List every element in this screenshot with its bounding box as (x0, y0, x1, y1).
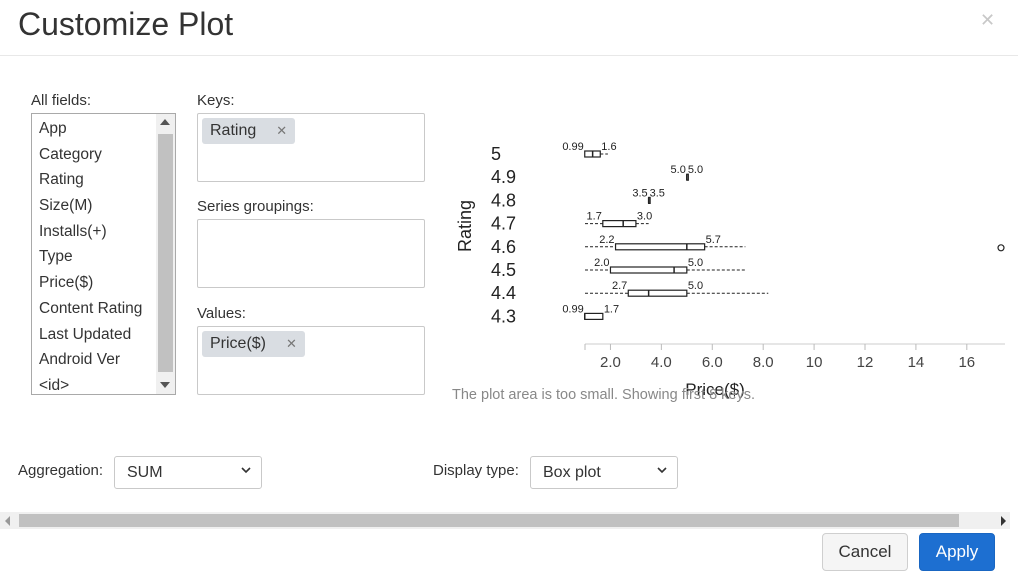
x-tick-label: 10 (806, 354, 823, 371)
field-item[interactable]: Content Rating (32, 296, 175, 322)
category-label: 4.9 (491, 167, 516, 187)
q1-value-label: 2.2 (599, 234, 614, 246)
field-item[interactable]: Type (32, 244, 175, 270)
q3-value-label: 5.0 (688, 164, 703, 176)
box-iqr (584, 312, 604, 320)
plot-note: The plot area is too small. Showing firs… (452, 387, 756, 403)
field-item[interactable]: Price($) (32, 270, 175, 296)
x-tick-label: 8.0 (753, 354, 774, 371)
field-item[interactable]: Category (32, 142, 175, 168)
values-dropzone[interactable]: Price($) ✕ (197, 326, 425, 395)
category-label: 4.5 (491, 260, 516, 280)
category-label: 4.8 (491, 190, 516, 210)
box-plot-chart: Rating 5 4.9 4.8 4.7 4.6 4.5 4.4 4.3 2.0 4.0 6.0 8.0… (455, 141, 1005, 399)
box-iqr (627, 289, 688, 297)
category-label: 4.3 (491, 306, 516, 326)
field-item[interactable]: Installs(+) (32, 219, 175, 245)
q3-value-label: 1.7 (604, 303, 619, 315)
x-tick-label: 14 (908, 354, 925, 371)
values-label: Values: (197, 305, 246, 322)
keys-dropzone[interactable]: Rating ✕ (197, 113, 425, 182)
dialog-title: Customize Plot (18, 6, 234, 42)
apply-button[interactable]: Apply (919, 533, 995, 571)
chevron-down-icon (657, 467, 667, 474)
q3-value-label: 3.5 (650, 187, 665, 199)
category-label: 4.4 (491, 283, 516, 303)
category-label: 4.6 (491, 237, 516, 257)
cancel-button[interactable]: Cancel (822, 533, 908, 571)
remove-icon[interactable]: ✕ (276, 118, 287, 144)
x-tick-label: 2.0 (600, 354, 621, 371)
scroll-down-icon[interactable] (160, 382, 170, 388)
q1-value-label: 5.0 (671, 164, 686, 176)
scroll-up-icon[interactable] (160, 119, 170, 125)
close-icon[interactable]: ✕ (980, 10, 995, 31)
scroll-thumb[interactable] (158, 134, 173, 372)
aggregation-select[interactable]: SUM (114, 456, 262, 489)
category-label: 4.7 (491, 214, 516, 234)
fields-scrollbar[interactable] (156, 114, 175, 394)
remove-icon[interactable]: ✕ (286, 331, 297, 357)
field-item[interactable]: Android Ver (32, 347, 175, 373)
header-divider (0, 55, 1018, 56)
field-item[interactable]: Size(M) (32, 193, 175, 219)
q1-value-label: 0.99 (562, 141, 583, 153)
q1-value-label: 3.5 (632, 187, 647, 199)
y-axis-label: Rating (455, 200, 475, 252)
q1-value-label: 2.7 (612, 280, 627, 292)
horizontal-scrollbar[interactable] (0, 512, 1010, 529)
box-iqr (602, 219, 637, 228)
value-chip-price[interactable]: Price($) ✕ (202, 331, 305, 357)
all-fields-list[interactable]: App Category Rating Size(M) Installs(+) Type P… (31, 113, 176, 395)
x-tick-label: 4.0 (651, 354, 672, 371)
field-item[interactable]: Rating (32, 167, 175, 193)
field-item[interactable]: Last Updated (32, 322, 175, 348)
series-groupings-dropzone[interactable] (197, 219, 425, 288)
key-chip-rating[interactable]: Rating ✕ (202, 118, 296, 144)
hscroll-thumb[interactable] (19, 514, 959, 527)
field-item[interactable]: App (32, 116, 175, 142)
x-tick-label: 12 (857, 354, 874, 371)
box-iqr (609, 266, 688, 274)
chevron-down-icon (241, 467, 251, 474)
q1-value-label: 0.99 (562, 303, 583, 315)
aggregation-label: Aggregation: (18, 462, 104, 479)
scroll-right-icon[interactable] (1001, 516, 1006, 526)
q3-value-label: 5.0 (688, 280, 703, 292)
q1-value-label: 2.0 (594, 257, 609, 269)
keys-label: Keys: (197, 92, 235, 109)
outlier-point (997, 244, 1005, 252)
q1-value-label: 1.7 (587, 211, 602, 223)
q3-value-label: 3.0 (637, 211, 652, 223)
field-item[interactable]: <id> (32, 373, 175, 394)
display-type-value: Box plot (543, 464, 601, 481)
x-tick-label: 16 (958, 354, 975, 371)
display-type-select[interactable]: Box plot (530, 456, 678, 489)
q3-value-label: 5.0 (688, 257, 703, 269)
chip-label: Price($) (210, 335, 267, 352)
box-iqr (614, 243, 706, 251)
display-type-label: Display type: (433, 462, 519, 479)
x-tick-label: 6.0 (702, 354, 723, 371)
all-fields-label: All fields: (31, 92, 92, 109)
scroll-left-icon[interactable] (5, 516, 10, 526)
aggregation-value: SUM (127, 464, 163, 481)
series-groupings-label: Series groupings: (197, 198, 314, 215)
q3-value-label: 5.7 (706, 234, 721, 246)
chip-label: Rating (210, 122, 257, 139)
q3-value-label: 1.6 (601, 141, 616, 153)
category-label: 5 (491, 144, 501, 164)
